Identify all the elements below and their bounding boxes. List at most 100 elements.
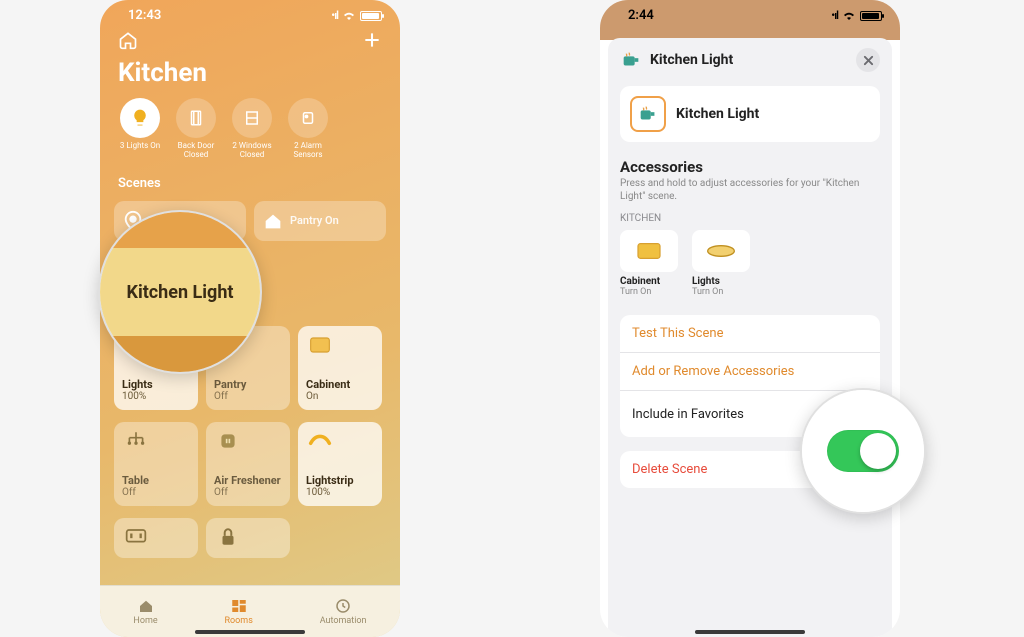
tile-state: Off	[214, 487, 282, 498]
tile-yellow-icon	[620, 230, 678, 272]
sheet-header: Kitchen Light	[620, 48, 880, 72]
tab-label: Rooms	[225, 616, 253, 626]
bulb-on-icon	[120, 98, 160, 138]
lock-icon	[214, 526, 242, 548]
section-scenes-label: Scenes	[100, 172, 400, 195]
window-icon	[232, 98, 272, 138]
sheet-title: Kitchen Light	[650, 52, 848, 68]
door-icon	[176, 98, 216, 138]
tile-name: Lights	[122, 378, 190, 391]
acc-name: Lights	[692, 276, 754, 287]
wifi-icon	[342, 11, 356, 21]
delete-scene-label: Delete Scene	[632, 462, 707, 477]
tile-state: On	[306, 391, 374, 402]
home-indicator	[695, 630, 805, 634]
favorites-toggle-zoomed[interactable]	[827, 430, 899, 472]
summary-row: 3 Lights On Back Door Closed 2 Windows C…	[100, 98, 400, 172]
summary-label: Back Door Closed	[172, 142, 220, 160]
accessory-tile-lightstrip[interactable]: Lightstrip 100%	[298, 422, 382, 506]
include-favorites-label: Include in Favorites	[632, 407, 744, 422]
scene-card-label: Kitchen Light	[676, 106, 759, 122]
accessory-tile-table[interactable]: Table Off	[114, 422, 198, 506]
status-bar: 12:43	[100, 0, 400, 26]
tile-name: Lightstrip	[306, 474, 374, 487]
tile-state: Off	[214, 391, 282, 402]
accessories-title: Accessories	[620, 158, 880, 176]
accessory-tile-lights[interactable]: Lights Turn On	[692, 230, 754, 297]
tab-bar: Home Rooms Automation	[100, 585, 400, 637]
tile-state: Off	[122, 487, 190, 498]
accessories-tiles: Cabinent Turn On Lights Turn On	[620, 230, 880, 297]
close-icon	[863, 55, 874, 66]
accessories-group-label: KITCHEN	[620, 213, 880, 224]
summary-label: 2 Alarm Sensors	[284, 142, 332, 160]
summary-sensors[interactable]: 2 Alarm Sensors	[284, 98, 332, 160]
summary-label: 2 Windows Closed	[228, 142, 276, 160]
cabinet-icon	[306, 334, 334, 356]
tile-name: Air Freshener	[214, 474, 282, 487]
summary-lights[interactable]: 3 Lights On	[116, 98, 164, 160]
sensor-icon	[288, 98, 328, 138]
summary-windows[interactable]: 2 Windows Closed	[228, 98, 276, 160]
tile-name: Pantry	[214, 378, 282, 391]
test-scene-label: Test This Scene	[632, 326, 723, 341]
status-indicators	[331, 8, 382, 23]
callout-magnifier-kitchen-light: Kitchen Light	[98, 210, 262, 374]
battery-icon	[360, 11, 382, 21]
nav-row	[100, 26, 400, 58]
tile-name: Table	[122, 474, 190, 487]
tab-label: Home	[133, 616, 157, 626]
rooms-icon	[229, 597, 249, 615]
scene-name-card[interactable]: Kitchen Light	[620, 86, 880, 142]
accessory-tile-lock[interactable]	[206, 518, 290, 558]
home-indicator	[195, 630, 305, 634]
acc-state: Turn On	[692, 287, 754, 297]
add-remove-label: Add or Remove Accessories	[632, 364, 794, 379]
acc-name: Cabinent	[620, 276, 682, 287]
lightstrip-icon	[306, 430, 334, 452]
test-scene-row[interactable]: Test This Scene	[620, 315, 880, 353]
home-icon	[136, 597, 156, 615]
outlet-icon	[122, 526, 150, 548]
tab-automation[interactable]: Automation	[320, 597, 367, 626]
accessory-tile-cabinet[interactable]: Cabinent Turn On	[620, 230, 682, 297]
scene-label: Pantry On	[290, 214, 339, 227]
add-remove-row[interactable]: Add or Remove Accessories	[620, 353, 880, 391]
acc-state: Turn On	[620, 287, 682, 297]
tab-home[interactable]: Home	[133, 597, 157, 626]
status-indicators	[831, 8, 882, 23]
tile-name: Cabinent	[306, 378, 374, 391]
scene-tile-pantry[interactable]: Pantry On	[254, 201, 386, 241]
tab-rooms[interactable]: Rooms	[225, 597, 253, 626]
home-icon[interactable]	[118, 30, 138, 54]
scene-icon	[620, 49, 642, 71]
room-title: Kitchen	[100, 58, 400, 98]
battery-icon	[860, 11, 882, 21]
mug-icon	[637, 103, 659, 125]
tile-state: 100%	[306, 487, 374, 498]
tile-state: 100%	[122, 391, 190, 402]
behind-sheet-bg: 2:44	[600, 0, 900, 40]
callout-magnifier-toggle	[800, 388, 926, 514]
accessories-subtitle: Press and hold to adjust accessories for…	[620, 178, 880, 203]
accessory-tile-cabinet[interactable]: Cabinent On	[298, 326, 382, 410]
automation-icon	[333, 597, 353, 615]
accessory-tile-outlet[interactable]	[114, 518, 198, 558]
tab-label: Automation	[320, 616, 367, 626]
cellular-signal-icon	[831, 8, 838, 23]
house-icon	[262, 210, 284, 232]
close-button[interactable]	[856, 48, 880, 72]
plug-icon	[214, 430, 242, 452]
accessory-tile-airfreshener[interactable]: Air Freshener Off	[206, 422, 290, 506]
scene-sheet: Kitchen Light Kitchen Light Accessories …	[608, 38, 892, 637]
callout-scene-label: Kitchen Light	[127, 282, 234, 303]
status-time: 2:44	[628, 8, 654, 23]
accessory-row-2: Table Off Air Freshener Off Lightstrip 1…	[100, 416, 400, 512]
accessories-section: Accessories Press and hold to adjust acc…	[620, 158, 880, 297]
summary-label: 3 Lights On	[116, 142, 164, 151]
add-icon[interactable]	[362, 30, 382, 54]
accessory-row-3	[100, 512, 400, 564]
status-bar: 2:44	[600, 0, 900, 26]
summary-door[interactable]: Back Door Closed	[172, 98, 220, 160]
chandelier-icon	[122, 430, 150, 452]
